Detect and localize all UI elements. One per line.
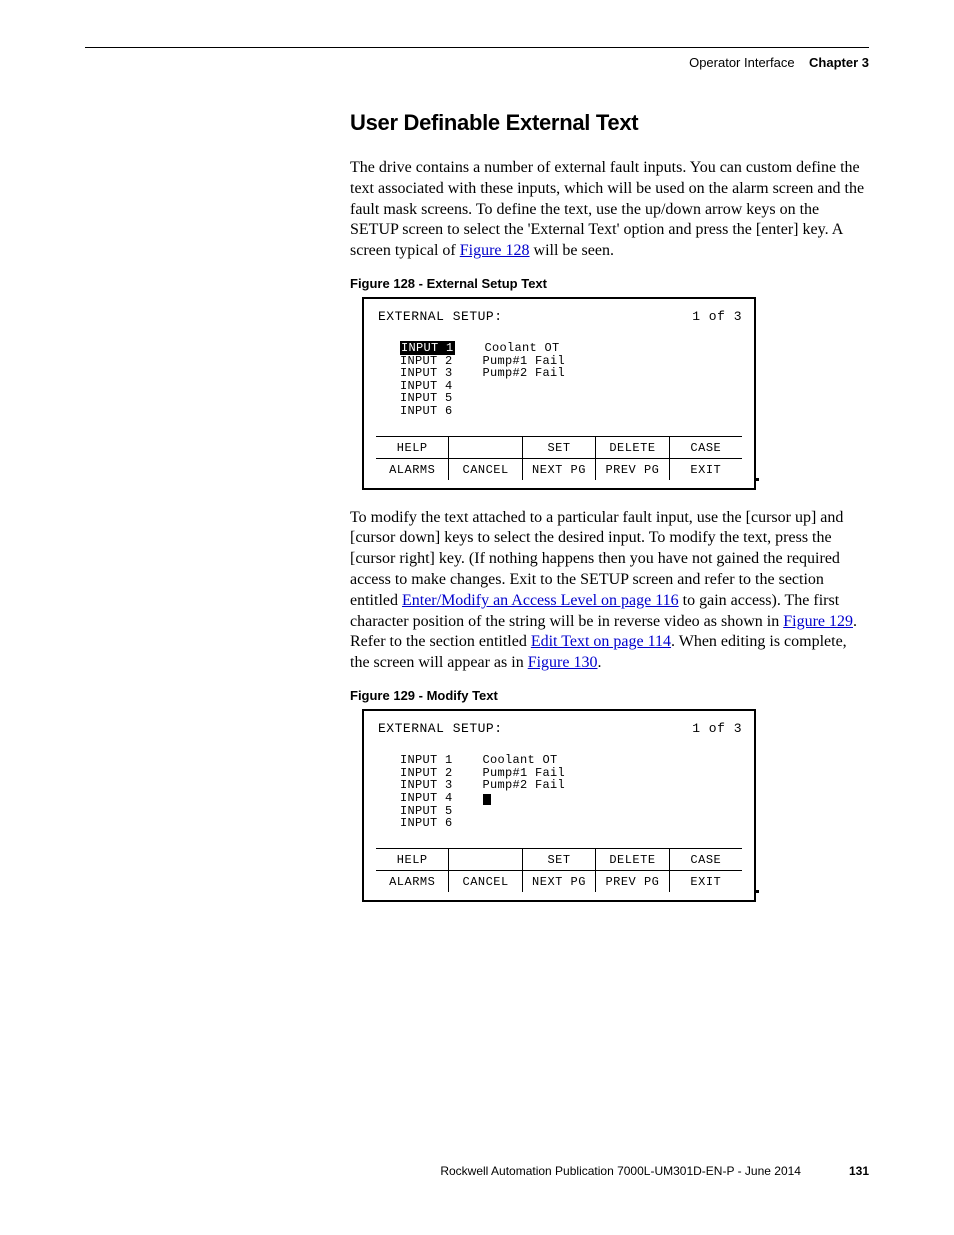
terminal-softkeys: HELP SET DELETE CASE ALARMS CANCEL NEXT … [376,436,742,480]
running-header: Operator Interface Chapter 3 [689,55,869,70]
softkey-blank[interactable] [449,849,522,870]
softkey-help[interactable]: HELP [376,849,449,870]
softkey-row-2: ALARMS CANCEL NEXT PG PREV PG EXIT [376,459,742,480]
softkey-row-1: HELP SET DELETE CASE [376,437,742,459]
header-section: Operator Interface [689,55,795,70]
input-3-value: Pump#2 Fail [483,778,566,792]
page-number: 131 [849,1164,869,1178]
terminal-body-129: INPUT 1 Coolant OT INPUT 2 Pump#1 Fail I… [364,738,754,848]
header-rule [85,47,869,48]
softkey-nextpg[interactable]: NEXT PG [523,871,596,892]
softkey-prevpg[interactable]: PREV PG [596,871,669,892]
page-footer: Rockwell Automation Publication 7000L-UM… [85,1164,869,1178]
softkey-exit[interactable]: EXIT [670,459,742,480]
figure-128-link[interactable]: Figure 128 [460,242,530,259]
softkey-nextpg[interactable]: NEXT PG [523,459,596,480]
softkey-alarms[interactable]: ALARMS [376,871,449,892]
para1-text-b: will be seen. [530,242,614,259]
softkey-row-1-129: HELP SET DELETE CASE [376,849,742,871]
intro-paragraph: The drive contains a number of external … [350,158,870,262]
terminal-header-129: EXTERNAL SETUP: 1 of 3 [364,711,754,738]
figure-129-link[interactable]: Figure 129 [783,613,853,630]
terminal-header: EXTERNAL SETUP: 1 of 3 [364,299,754,326]
terminal-pager-129: 1 of 3 [692,721,742,736]
figure-128-caption: Figure 128 - External Setup Text [350,276,870,291]
softkey-delete[interactable]: DELETE [596,849,669,870]
modify-paragraph: To modify the text attached to a particu… [350,508,870,674]
terminal-pager: 1 of 3 [692,309,742,324]
softkey-set[interactable]: SET [523,849,596,870]
terminal-softkeys-129: HELP SET DELETE CASE ALARMS CANCEL NEXT … [376,848,742,892]
dot-icon [756,478,759,481]
figure-130-link[interactable]: Figure 130 [528,654,598,671]
softkey-row-2-129: ALARMS CANCEL NEXT PG PREV PG EXIT [376,871,742,892]
softkey-cancel[interactable]: CANCEL [449,459,522,480]
figure-129-terminal: EXTERNAL SETUP: 1 of 3 INPUT 1 Coolant O… [362,709,756,902]
softkey-set[interactable]: SET [523,437,596,458]
softkey-prevpg[interactable]: PREV PG [596,459,669,480]
softkey-cancel[interactable]: CANCEL [449,871,522,892]
figure-128-terminal: EXTERNAL SETUP: 1 of 3 INPUT 1 Coolant O… [362,297,756,490]
list-item: INPUT 6 [400,816,453,830]
softkey-case[interactable]: CASE [670,437,742,458]
softkey-help[interactable]: HELP [376,437,449,458]
list-item: INPUT 6 [400,404,453,418]
softkey-alarms[interactable]: ALARMS [376,459,449,480]
figure-129-caption: Figure 129 - Modify Text [350,688,870,703]
input-3-value: Pump#2 Fail [483,366,566,380]
cursor-icon [483,794,491,805]
header-chapter: Chapter 3 [809,55,869,70]
access-level-link[interactable]: Enter/Modify an Access Level on page 116 [402,592,679,609]
list-item: INPUT 4 [400,791,453,805]
edit-text-link[interactable]: Edit Text on page 114 [531,633,671,650]
softkey-case[interactable]: CASE [670,849,742,870]
terminal-title: EXTERNAL SETUP: [378,309,503,324]
softkey-blank[interactable] [449,437,522,458]
publication-info: Rockwell Automation Publication 7000L-UM… [440,1164,801,1178]
terminal-title-129: EXTERNAL SETUP: [378,721,503,736]
main-content: User Definable External Text The drive c… [350,110,870,920]
softkey-exit[interactable]: EXIT [670,871,742,892]
softkey-delete[interactable]: DELETE [596,437,669,458]
dot-icon [756,890,759,893]
section-title: User Definable External Text [350,110,870,136]
terminal-body: INPUT 1 Coolant OT INPUT 2 Pump#1 Fail I… [364,326,754,436]
para2-text-e: . [597,654,601,671]
